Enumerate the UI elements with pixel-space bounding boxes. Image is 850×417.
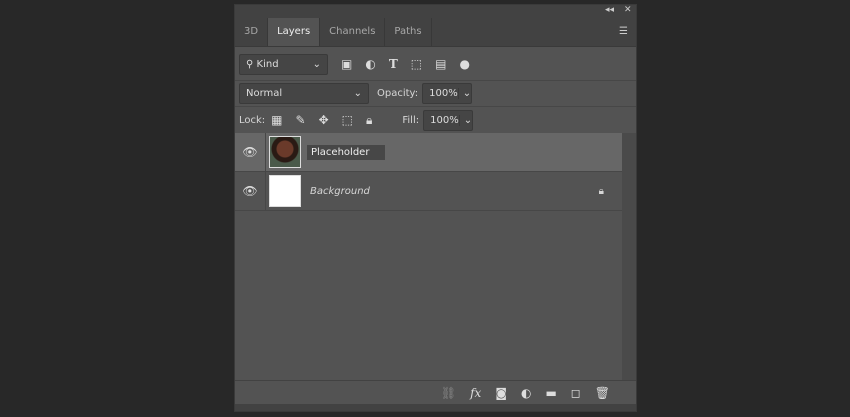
filter-kind-label: Kind — [256, 58, 279, 70]
layer-name: Background — [310, 185, 370, 197]
lock-position-move-icon[interactable]: ✥ — [319, 113, 329, 127]
fill-input[interactable]: 100% ⌄ — [423, 109, 474, 131]
opacity-value: 100% — [429, 88, 458, 99]
lock-image-brush-icon[interactable]: ✎ — [296, 113, 306, 127]
panel-titlebar: ◂◂ ✕ — [235, 5, 636, 18]
layer-row-background[interactable]: 👁︎ Background 🔒︎ — [235, 172, 622, 211]
tab-paths[interactable]: Paths — [385, 18, 432, 46]
opacity-label: Opacity: — [377, 88, 419, 99]
type-filter-icon[interactable]: T — [389, 57, 398, 71]
fx-icon[interactable]: fx — [470, 386, 481, 400]
fill-value: 100% — [430, 114, 459, 126]
lock-artboard-icon[interactable]: ⬚ — [342, 113, 353, 127]
search-icon: ⚲ — [246, 58, 257, 70]
link-layers-icon[interactable]: ⛓ — [441, 386, 456, 400]
blend-mode-select[interactable]: Normal ⌄ — [239, 83, 369, 104]
lock-transparent-icon[interactable]: ▦ — [271, 113, 282, 127]
chevron-down-icon[interactable]: ⌄ — [457, 88, 471, 99]
layer-thumbnail — [269, 175, 301, 207]
panel-footer: ⛓ fx ◙ ◐ ▬ ◻ 🗑︎ — [235, 380, 636, 405]
smartobject-filter-icon[interactable]: ▤ — [435, 57, 446, 71]
blend-mode-value: Normal — [246, 88, 283, 99]
folder-icon[interactable]: ▬ — [545, 386, 556, 400]
trash-icon[interactable]: 🗑︎ — [595, 386, 610, 400]
chevron-down-icon: ⌄ — [312, 58, 321, 70]
panel-menu-icon[interactable]: ☰ — [619, 18, 636, 46]
layer-mask-icon[interactable]: ◙ — [495, 386, 507, 400]
layers-list: 👁︎ Placeholder 👁︎ Background 🔒︎ — [235, 133, 622, 380]
new-layer-icon[interactable]: ◻ — [571, 386, 581, 400]
shape-filter-icon[interactable]: ⬚ — [411, 57, 422, 71]
tab-channels[interactable]: Channels — [320, 18, 386, 46]
adjustment-layer-icon[interactable]: ◐ — [521, 386, 531, 400]
layers-panel: ◂◂ ✕ 3D Layers Channels Paths ☰ ⚲ Kind ⌄… — [234, 4, 637, 412]
panel-tabs: 3D Layers Channels Paths ☰ — [235, 18, 636, 47]
opacity-input[interactable]: 100% ⌄ — [422, 83, 473, 104]
layer-row-placeholder[interactable]: 👁︎ Placeholder — [235, 133, 622, 172]
chevron-down-icon[interactable]: ⌄ — [458, 114, 472, 126]
filter-kind-select[interactable]: ⚲ Kind ⌄ — [239, 53, 328, 75]
filter-toggle-icon[interactable]: ● — [459, 57, 469, 71]
close-icon[interactable]: ✕ — [624, 5, 632, 15]
pixel-filter-icon[interactable]: ▣ — [341, 57, 352, 71]
layer-name-input[interactable]: Placeholder — [307, 144, 385, 160]
tab-3d[interactable]: 3D — [235, 18, 269, 46]
tab-layers[interactable]: Layers — [268, 18, 321, 46]
lock-icon: 🔒︎ — [598, 185, 604, 197]
scrollbar[interactable] — [622, 133, 636, 380]
panel-resize-handle[interactable] — [235, 404, 636, 411]
collapse-icon[interactable]: ◂◂ — [605, 5, 614, 15]
fill-label: Fill: — [402, 114, 420, 126]
lock-all-icon[interactable]: 🔒︎ — [366, 113, 372, 128]
eye-icon[interactable]: 👁︎ — [235, 145, 265, 159]
layer-thumbnail — [269, 136, 301, 168]
lock-label: Lock: — [239, 114, 266, 126]
eye-icon[interactable]: 👁︎ — [235, 184, 265, 198]
adjustment-filter-icon[interactable]: ◐ — [365, 57, 375, 71]
chevron-down-icon: ⌄ — [353, 88, 362, 99]
